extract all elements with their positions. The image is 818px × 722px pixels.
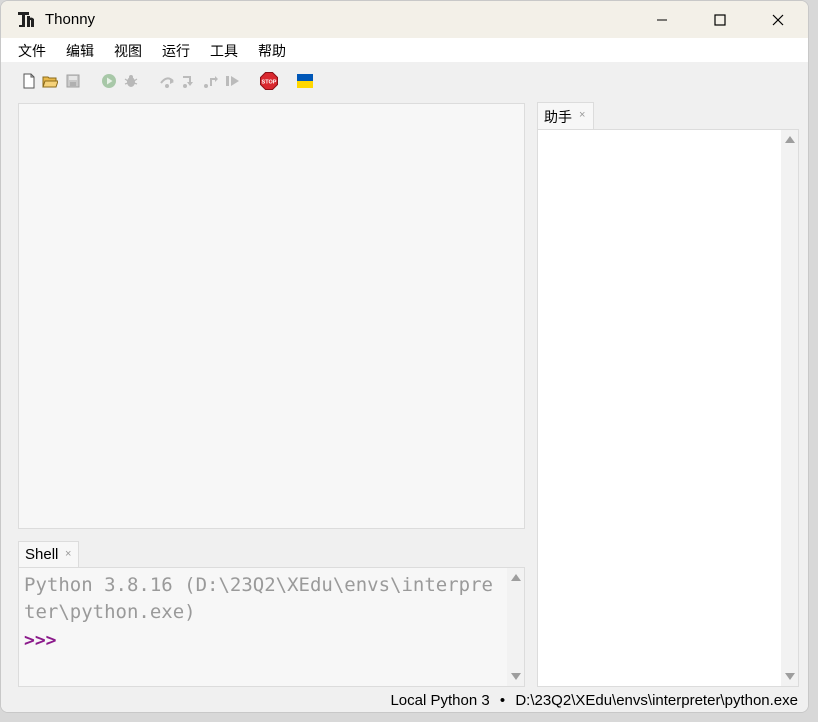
menu-tools[interactable]: 工具 bbox=[210, 41, 238, 61]
close-button[interactable] bbox=[755, 1, 801, 38]
maximize-icon bbox=[714, 13, 726, 26]
open-file-icon[interactable] bbox=[42, 73, 58, 89]
window-title: Thonny bbox=[45, 11, 96, 28]
save-icon[interactable] bbox=[65, 73, 81, 89]
assistant-scrollbar[interactable] bbox=[781, 130, 798, 686]
debug-icon[interactable] bbox=[123, 73, 139, 89]
shell-banner: Python 3.8.16 (D:\23Q2\XEdu\envs\interpr… bbox=[24, 574, 493, 623]
menu-view[interactable]: 视图 bbox=[114, 41, 142, 61]
assistant-panel bbox=[537, 129, 799, 687]
resume-icon[interactable] bbox=[225, 73, 241, 89]
title-bar: Thonny bbox=[1, 1, 808, 38]
run-icon[interactable] bbox=[101, 73, 117, 89]
toolbar: STOP bbox=[1, 62, 808, 100]
menu-file[interactable]: 文件 bbox=[18, 41, 46, 61]
thonny-logo-icon bbox=[18, 12, 34, 27]
maximize-button[interactable] bbox=[697, 1, 743, 38]
tab-shell[interactable]: Shell × bbox=[18, 541, 79, 568]
interpreter-path: D:\23Q2\XEdu\envs\interpreter\python.exe bbox=[515, 692, 798, 709]
minimize-icon bbox=[657, 19, 667, 20]
scroll-down-arrow-icon[interactable] bbox=[785, 673, 795, 680]
shell-scrollbar[interactable] bbox=[507, 568, 524, 686]
scroll-down-arrow-icon[interactable] bbox=[511, 673, 521, 680]
shell-tab-close-icon[interactable]: × bbox=[65, 548, 71, 560]
code-editor[interactable] bbox=[18, 103, 525, 529]
thonny-window: Thonny 文件 编辑 视图 运行 工具 帮助 STOP Shell × Py… bbox=[0, 0, 809, 713]
shell-prompt: >>> bbox=[24, 630, 57, 651]
menu-edit[interactable]: 编辑 bbox=[66, 41, 94, 61]
assistant-tab-label: 助手 bbox=[544, 110, 572, 126]
close-icon bbox=[772, 14, 784, 25]
tab-assistant[interactable]: 助手 × bbox=[537, 102, 594, 129]
stop-label: STOP bbox=[262, 80, 277, 86]
status-bar: Local Python 3 • D:\23Q2\XEdu\envs\inter… bbox=[1, 689, 808, 712]
interpreter-status[interactable]: Local Python 3 • D:\23Q2\XEdu\envs\inter… bbox=[390, 692, 798, 709]
step-out-icon[interactable] bbox=[203, 73, 219, 89]
step-into-icon[interactable] bbox=[181, 73, 197, 89]
interpreter-name: Local Python 3 bbox=[390, 692, 490, 709]
status-separator: • bbox=[499, 692, 506, 709]
minimize-button[interactable] bbox=[639, 1, 685, 38]
ukraine-flag-icon[interactable] bbox=[297, 73, 313, 89]
new-file-icon[interactable] bbox=[21, 73, 37, 89]
assistant-tab-close-icon[interactable]: × bbox=[579, 109, 585, 121]
stop-icon[interactable]: STOP bbox=[260, 72, 278, 90]
shell-tab-label: Shell bbox=[25, 546, 59, 563]
step-over-icon[interactable] bbox=[159, 73, 175, 89]
menu-bar: 文件 编辑 视图 运行 工具 帮助 bbox=[1, 38, 808, 62]
menu-run[interactable]: 运行 bbox=[162, 41, 190, 61]
shell-panel[interactable]: Python 3.8.16 (D:\23Q2\XEdu\envs\interpr… bbox=[18, 567, 525, 687]
scroll-up-arrow-icon[interactable] bbox=[511, 574, 521, 581]
scroll-up-arrow-icon[interactable] bbox=[785, 136, 795, 143]
menu-help[interactable]: 帮助 bbox=[258, 41, 286, 61]
